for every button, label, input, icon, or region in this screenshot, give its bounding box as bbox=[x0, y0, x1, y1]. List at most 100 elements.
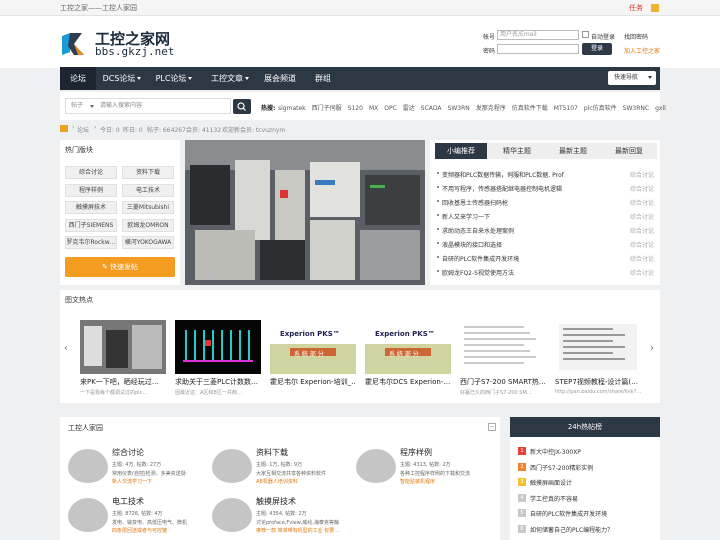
tab-latest[interactable]: 最新主题 bbox=[547, 143, 599, 159]
section-tag[interactable]: 西门子SIEMENS bbox=[65, 218, 117, 232]
tab-featured[interactable]: 精华主题 bbox=[491, 143, 543, 159]
board-name[interactable]: 资料下载 bbox=[256, 447, 288, 458]
section-tag[interactable]: 三菱Mitsubishi bbox=[122, 201, 174, 214]
login-button[interactable]: 登录 bbox=[582, 43, 612, 55]
nav-dcs[interactable]: DCS论坛 bbox=[96, 67, 148, 90]
board-icon[interactable] bbox=[68, 498, 108, 532]
search-button[interactable] bbox=[233, 99, 251, 114]
nav-articles[interactable]: 工控文章 bbox=[204, 67, 256, 90]
hot-search-link[interactable]: SW3RN bbox=[448, 105, 470, 112]
hot-search-link[interactable]: 西门子伺服 bbox=[312, 105, 342, 112]
notification-icon[interactable] bbox=[651, 4, 659, 12]
hot-search-link[interactable]: 雷达 bbox=[403, 105, 415, 112]
hot-search-link[interactable]: OPC bbox=[384, 105, 397, 112]
hot-search-link[interactable]: MT5107 bbox=[554, 105, 578, 112]
board-icon[interactable] bbox=[356, 449, 396, 483]
topic-board[interactable]: 综合讨论 bbox=[630, 240, 654, 249]
section-tag[interactable]: 程序样例 bbox=[65, 183, 117, 197]
topic-board[interactable]: 综合讨论 bbox=[630, 212, 654, 221]
gallery-caption[interactable]: 霍尼韦尔 Experion-培训_… bbox=[270, 377, 356, 387]
gallery-thumbnail[interactable] bbox=[555, 320, 641, 374]
gallery-caption[interactable]: 求助关于三菱PLC计数数… bbox=[175, 377, 261, 387]
hot24-item[interactable]: 新大中控JX-300XP bbox=[530, 447, 581, 456]
hot24-item[interactable]: 如何储蓄自己的PLC编程能力？ bbox=[530, 525, 613, 534]
board-icon[interactable] bbox=[68, 449, 108, 483]
hot-search-link[interactable]: SCADA bbox=[421, 105, 442, 112]
gallery-thumbnail[interactable] bbox=[80, 320, 166, 374]
password-input[interactable] bbox=[497, 44, 579, 54]
featured-image[interactable] bbox=[185, 140, 425, 285]
search-type-select[interactable]: 帖子 bbox=[71, 99, 83, 113]
topic-title[interactable]: 不用写程序，传感器搭配继电器控制电机逻辑 bbox=[442, 186, 562, 193]
topic-title[interactable]: 新人又来学习一下 bbox=[442, 214, 490, 221]
hot-search-link[interactable]: 仿真软件下载 bbox=[512, 105, 548, 112]
forgot-password-link[interactable]: 找回密码 bbox=[624, 32, 648, 41]
topic-row[interactable]: 变频器和PLC数据传输，伺服和PLC数据, Prof 综合讨论 bbox=[437, 170, 654, 179]
board-last-post[interactable]: 四象限回送或者与可控镀 bbox=[112, 527, 167, 534]
hot-search-link[interactable]: 发那克程序 bbox=[476, 105, 506, 112]
home-icon[interactable] bbox=[60, 125, 68, 132]
topic-board[interactable]: 综合讨论 bbox=[630, 184, 654, 193]
topic-board[interactable]: 综合讨论 bbox=[630, 268, 654, 277]
nav-forum[interactable]: 论坛 bbox=[60, 67, 96, 90]
gallery-caption[interactable]: STEP7视频教程-设计篇(… bbox=[555, 377, 641, 387]
quick-post-button[interactable]: ✎ 快速发帖 bbox=[65, 257, 175, 277]
section-tag[interactable]: 横河YOKOGAWA bbox=[122, 236, 174, 249]
board-name[interactable]: 电工技术 bbox=[112, 496, 144, 507]
topic-row[interactable]: 求助动态王自来水处理案例 综合讨论 bbox=[437, 226, 654, 235]
section-tag[interactable]: 资料下载 bbox=[122, 166, 174, 179]
search-box[interactable]: 帖子 请输入搜索内容 bbox=[65, 98, 231, 114]
section-tag[interactable]: 综合讨论 bbox=[65, 166, 117, 179]
topic-board[interactable]: 综合讨论 bbox=[630, 198, 654, 207]
topic-title[interactable]: 液晶模块的接口和选择 bbox=[442, 242, 502, 249]
topic-board[interactable]: 综合讨论 bbox=[630, 226, 654, 235]
board-last-post[interactable]: AB机器人培训资料 bbox=[256, 478, 298, 485]
logo-icon[interactable] bbox=[60, 32, 90, 56]
collapse-icon[interactable]: − bbox=[488, 423, 496, 431]
board-name[interactable]: 触摸屏技术 bbox=[256, 496, 296, 507]
auto-login-checkbox[interactable] bbox=[582, 31, 589, 38]
board-name[interactable]: 程序样例 bbox=[400, 447, 432, 458]
chevron-left-icon[interactable]: ‹ bbox=[64, 343, 68, 354]
board-last-post[interactable]: 新人交流学习一下 bbox=[112, 478, 152, 485]
chevron-right-icon[interactable]: › bbox=[650, 343, 654, 354]
gallery-thumbnail[interactable] bbox=[460, 320, 546, 374]
hot-search-link[interactable]: MX bbox=[369, 105, 378, 112]
gallery-thumbnail[interactable] bbox=[365, 320, 451, 374]
board-icon[interactable] bbox=[212, 449, 252, 483]
section-tag[interactable]: 触摸屏技术 bbox=[65, 201, 117, 214]
topic-board[interactable]: 综合讨论 bbox=[630, 170, 654, 179]
gallery-thumbnail[interactable] bbox=[270, 320, 356, 374]
hot-search-link[interactable]: plc仿真软件 bbox=[584, 105, 617, 112]
section-tag[interactable]: 欧姆龙OMRON bbox=[122, 218, 174, 232]
hot-search-link[interactable]: sigmatek bbox=[278, 105, 306, 112]
tab-latest-replies[interactable]: 最新回复 bbox=[603, 143, 655, 159]
topic-title[interactable]: 回收基恩士传感器扫码枪 bbox=[442, 200, 508, 207]
topic-title[interactable]: 自研的PLC软件集成开发环境 bbox=[442, 256, 519, 263]
task-link[interactable]: 任务 bbox=[629, 3, 643, 13]
topic-title[interactable]: 求助动态王自来水处理案例 bbox=[442, 228, 514, 235]
register-link[interactable]: 加入工控之家 bbox=[624, 46, 660, 55]
board-name[interactable]: 综合讨论 bbox=[112, 447, 144, 458]
nav-plc[interactable]: PLC论坛 bbox=[148, 67, 200, 90]
hot24-item[interactable]: 触摸屏画面设计 bbox=[530, 478, 572, 487]
topic-title[interactable]: 欧姆龙FQ2-S视觉使用方法 bbox=[442, 270, 514, 277]
hot24-item[interactable]: 自研的PLC软件集成开发环境 bbox=[530, 509, 607, 518]
tab-recommended[interactable]: 小编推荐 bbox=[435, 143, 487, 159]
hot24-item[interactable]: 学工控真的不容易 bbox=[530, 494, 578, 503]
topic-row[interactable]: 自研的PLC软件集成开发环境 综合讨论 bbox=[437, 254, 654, 263]
board-icon[interactable] bbox=[212, 498, 252, 532]
section-tag[interactable]: 罗克韦尔Rockw… bbox=[65, 236, 117, 249]
board-last-post[interactable]: 智能贴装机程序 bbox=[400, 478, 435, 485]
board-last-post[interactable]: 推荐一款 简单带有机型的工业 有要… bbox=[256, 527, 339, 534]
gallery-caption[interactable]: 西门子S7-200 SMART热… bbox=[460, 377, 546, 387]
hot-search-link[interactable]: S120 bbox=[348, 105, 363, 112]
hot-search-link[interactable]: SW3RNC bbox=[623, 105, 649, 112]
quick-nav-button[interactable]: 快速导航 bbox=[608, 71, 656, 85]
topic-row[interactable]: 不用写程序，传感器搭配继电器控制电机逻辑 综合讨论 bbox=[437, 184, 654, 193]
topic-row[interactable]: 新人又来学习一下 综合讨论 bbox=[437, 212, 654, 221]
search-input[interactable]: 请输入搜索内容 bbox=[100, 99, 142, 113]
breadcrumb-forum[interactable]: 论坛 bbox=[77, 125, 89, 134]
account-input[interactable]: 用户名/Email bbox=[497, 30, 579, 40]
gallery-caption[interactable]: 霍尼韦尔DCS Experion-… bbox=[365, 377, 451, 387]
